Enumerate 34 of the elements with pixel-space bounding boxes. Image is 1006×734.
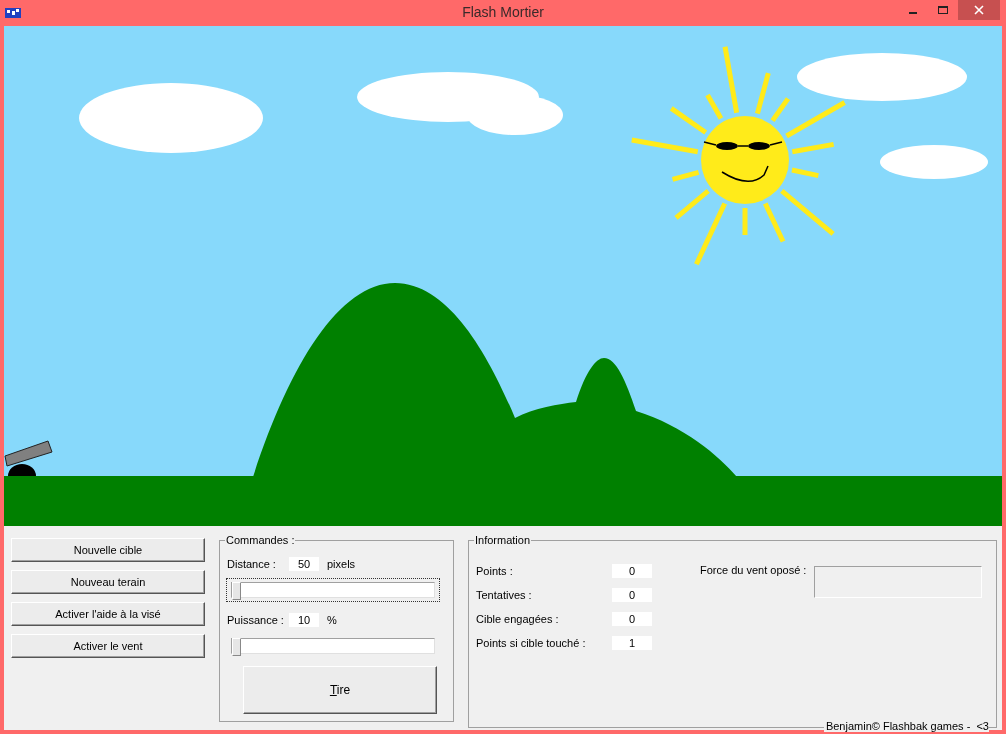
slider-thumb[interactable] bbox=[232, 582, 241, 600]
minimize-icon bbox=[909, 12, 917, 14]
stat-label: Tentatives : bbox=[476, 589, 533, 601]
slider-value: 50 bbox=[289, 557, 319, 571]
unit-label: pixels bbox=[327, 558, 356, 570]
slider-track[interactable] bbox=[231, 638, 435, 654]
stat-value: 1 bbox=[612, 636, 652, 650]
group-title: Commandes : bbox=[225, 534, 296, 546]
maximize-icon bbox=[937, 5, 949, 15]
stat-label: Points si cible touché : bbox=[476, 637, 587, 649]
slider-thumb[interactable] bbox=[232, 638, 241, 656]
action-button[interactable]: Nouvelle cible bbox=[11, 538, 205, 562]
stat-label: Points : bbox=[476, 565, 514, 577]
stat-value: 0 bbox=[612, 564, 652, 578]
close-button[interactable] bbox=[958, 0, 1000, 20]
cannon-drawing bbox=[4, 440, 53, 476]
wind-label: Force du vent oposé : bbox=[700, 564, 807, 576]
group-title: Information bbox=[474, 534, 532, 546]
app-icon bbox=[4, 6, 22, 20]
slider-value: 10 bbox=[289, 613, 319, 627]
stat-value: 0 bbox=[612, 612, 652, 626]
action-button[interactable]: Activer l'aide à la visé bbox=[11, 602, 205, 626]
fire-button[interactable]: Tire bbox=[243, 666, 437, 714]
action-button[interactable]: Nouveau terain bbox=[11, 570, 205, 594]
footer-text: Benjamin© Flashbak games - <3 bbox=[823, 720, 989, 732]
slider-track[interactable] bbox=[231, 582, 435, 598]
slider-label: Puissance : bbox=[227, 614, 285, 626]
window-title: Flash Mortier bbox=[462, 4, 544, 20]
unit-label: % bbox=[327, 614, 337, 626]
stat-value: 0 bbox=[612, 588, 652, 602]
close-icon bbox=[974, 5, 984, 15]
action-button[interactable]: Activer le vent bbox=[11, 634, 205, 658]
stat-label: Cible engagées : bbox=[476, 613, 560, 625]
slider-label: Distance : bbox=[227, 558, 277, 570]
